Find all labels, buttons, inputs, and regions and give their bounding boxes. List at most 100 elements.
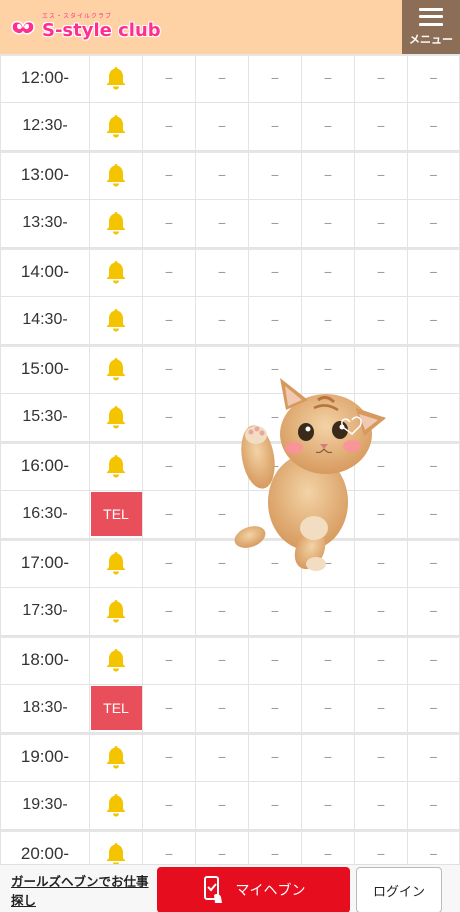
- empty-dash: −: [164, 651, 174, 668]
- first-day-status-cell[interactable]: [90, 539, 143, 588]
- unavailable-slot-cell: −: [143, 830, 196, 864]
- unavailable-slot-cell: −: [408, 151, 460, 200]
- unavailable-slot-cell: −: [408, 248, 460, 297]
- unavailable-slot-cell: −: [355, 733, 408, 782]
- unavailable-slot-cell: −: [408, 539, 460, 588]
- empty-dash: −: [270, 215, 280, 232]
- bell-icon: [106, 842, 126, 864]
- first-day-status-cell[interactable]: [90, 345, 143, 394]
- empty-dash: −: [164, 360, 174, 377]
- unavailable-slot-cell: −: [408, 442, 460, 491]
- empty-dash: −: [429, 748, 438, 765]
- site-logo[interactable]: エス・スタイルクラブ S-style club: [8, 10, 161, 44]
- empty-dash: −: [429, 797, 438, 814]
- first-day-status-cell[interactable]: [90, 393, 143, 442]
- time-slot-label: 16:30-: [0, 490, 90, 539]
- unavailable-slot-cell: −: [408, 636, 460, 685]
- unavailable-slot-cell: −: [355, 587, 408, 636]
- unavailable-slot-cell: −: [355, 199, 408, 248]
- empty-dash: −: [376, 748, 386, 765]
- first-day-status-cell[interactable]: [90, 636, 143, 685]
- logo-mark-icon: [11, 20, 35, 35]
- unavailable-slot-cell: −: [408, 587, 460, 636]
- unavailable-slot-cell: −: [408, 830, 460, 864]
- empty-dash: −: [323, 69, 333, 86]
- unavailable-slot-cell: −: [196, 636, 249, 685]
- empty-dash: −: [270, 69, 280, 86]
- schedule-row: 12:30- − − − − − −: [0, 102, 460, 151]
- unavailable-slot-cell: −: [196, 296, 249, 345]
- first-day-status-cell[interactable]: TEL: [90, 490, 143, 539]
- first-day-status-cell[interactable]: [90, 151, 143, 200]
- unavailable-slot-cell: −: [355, 151, 408, 200]
- first-day-status-cell[interactable]: [90, 199, 143, 248]
- menu-button[interactable]: メニュー: [402, 0, 460, 54]
- first-day-status-cell[interactable]: [90, 733, 143, 782]
- bell-icon: [106, 66, 126, 90]
- smartphone-check-icon: [203, 876, 222, 903]
- empty-dash: −: [376, 263, 386, 280]
- unavailable-slot-cell: −: [196, 151, 249, 200]
- empty-dash: −: [164, 748, 174, 765]
- bell-icon: [106, 309, 126, 332]
- time-slot-label: 19:30-: [0, 781, 90, 830]
- unavailable-slot-cell: −: [355, 248, 408, 297]
- time-slot-label: 17:30-: [0, 587, 90, 636]
- unavailable-slot-cell: −: [143, 587, 196, 636]
- empty-dash: −: [217, 118, 227, 135]
- schedule-row: 13:30- − − − − − −: [0, 199, 460, 248]
- empty-dash: −: [164, 554, 174, 571]
- unavailable-slot-cell: −: [143, 490, 196, 539]
- empty-dash: −: [164, 700, 174, 717]
- unavailable-slot-cell: −: [143, 393, 196, 442]
- first-day-status-cell[interactable]: [90, 248, 143, 297]
- tel-reserve-button[interactable]: TEL: [90, 492, 142, 537]
- first-day-status-cell[interactable]: [90, 442, 143, 491]
- time-slot-label: 19:00-: [0, 733, 90, 782]
- empty-dash: −: [270, 118, 280, 135]
- unavailable-slot-cell: −: [355, 636, 408, 685]
- time-slot-label: 18:30-: [0, 684, 90, 733]
- first-day-status-cell[interactable]: [90, 102, 143, 151]
- empty-dash: −: [323, 845, 333, 862]
- unavailable-slot-cell: −: [302, 781, 355, 830]
- unavailable-slot-cell: −: [302, 248, 355, 297]
- my-heaven-button[interactable]: マイヘブン: [157, 867, 350, 912]
- unavailable-slot-cell: −: [408, 684, 460, 733]
- time-slot-label: 14:30-: [0, 296, 90, 345]
- unavailable-slot-cell: −: [143, 345, 196, 394]
- empty-dash: −: [217, 748, 227, 765]
- kitten-sticker-image[interactable]: [228, 372, 390, 576]
- unavailable-slot-cell: −: [196, 248, 249, 297]
- unavailable-slot-cell: −: [249, 151, 302, 200]
- empty-dash: −: [429, 360, 438, 377]
- empty-dash: −: [323, 797, 333, 814]
- unavailable-slot-cell: −: [143, 54, 196, 103]
- unavailable-slot-cell: −: [302, 587, 355, 636]
- first-day-status-cell[interactable]: [90, 830, 143, 864]
- first-day-status-cell[interactable]: [90, 781, 143, 830]
- first-day-status-cell[interactable]: [90, 296, 143, 345]
- login-label: ログイン: [372, 884, 425, 900]
- empty-dash: −: [164, 69, 174, 86]
- empty-dash: −: [270, 797, 280, 814]
- first-day-status-cell[interactable]: [90, 54, 143, 103]
- empty-dash: −: [217, 69, 227, 86]
- bell-icon: [106, 745, 126, 769]
- empty-dash: −: [429, 312, 438, 329]
- time-slot-label: 17:00-: [0, 539, 90, 588]
- login-button[interactable]: ログイン: [356, 867, 442, 912]
- unavailable-slot-cell: −: [355, 296, 408, 345]
- empty-dash: −: [376, 118, 386, 135]
- empty-dash: −: [270, 700, 280, 717]
- unavailable-slot-cell: −: [143, 733, 196, 782]
- first-day-status-cell[interactable]: [90, 587, 143, 636]
- empty-dash: −: [217, 506, 227, 523]
- empty-dash: −: [217, 603, 227, 620]
- empty-dash: −: [270, 845, 280, 862]
- first-day-status-cell[interactable]: TEL: [90, 684, 143, 733]
- tel-reserve-button[interactable]: TEL: [90, 686, 142, 731]
- girls-heaven-job-link[interactable]: ガールズヘブンでお仕事探し: [11, 872, 151, 910]
- unavailable-slot-cell: −: [249, 636, 302, 685]
- unavailable-slot-cell: −: [196, 733, 249, 782]
